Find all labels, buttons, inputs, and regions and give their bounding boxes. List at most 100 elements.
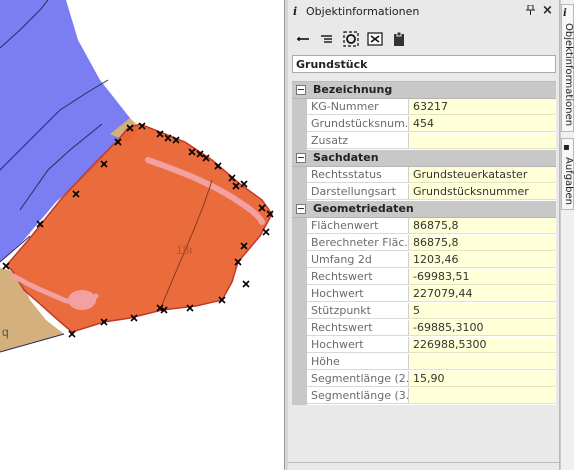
row-gutter xyxy=(292,218,307,235)
row-gutter xyxy=(292,99,307,116)
property-row[interactable]: Segmentlänge (2... 15,90 xyxy=(292,371,556,388)
tab-aufgaben[interactable]: ▪ Aufgaben xyxy=(561,138,574,210)
property-value[interactable]: Grundsteuerkataster xyxy=(409,167,556,183)
tab-objektinformationen[interactable]: i Objektinformationen xyxy=(561,4,574,132)
expand-icon[interactable] xyxy=(318,30,336,48)
edge-label: q xyxy=(2,325,9,339)
pin-icon[interactable] xyxy=(526,4,535,18)
export-icon[interactable] xyxy=(366,30,384,48)
property-row[interactable]: Flächenwert 86875,8 xyxy=(292,218,556,235)
property-value[interactable]: 227079,44 xyxy=(409,286,556,302)
property-name: Berechneter Fläc... xyxy=(307,235,409,251)
property-row[interactable]: Rechtswert -69983,51 xyxy=(292,269,556,286)
category-label: Geometriedaten xyxy=(313,202,414,215)
expand-icon-glyph xyxy=(321,35,332,43)
property-value[interactable]: 454 xyxy=(409,116,556,132)
row-gutter xyxy=(292,235,307,252)
row-gutter xyxy=(292,320,307,337)
property-row[interactable]: Segmentlänge (3... xyxy=(292,388,556,405)
row-gutter xyxy=(292,252,307,269)
property-grid[interactable]: Bezeichnung KG-Nummer 63217 Grundstücksnum.… xyxy=(292,81,556,405)
row-gutter xyxy=(292,388,307,405)
property-name: Umfang 2d xyxy=(307,252,409,268)
property-value[interactable]: -69983,51 xyxy=(409,269,556,285)
property-name: Flächenwert xyxy=(307,218,409,234)
property-row[interactable]: Berechneter Fläc... 86875,8 xyxy=(292,235,556,252)
map-canvas[interactable]: 18r q xyxy=(0,0,284,470)
pond xyxy=(68,290,96,310)
property-value[interactable]: Grundstücksnummer xyxy=(409,184,556,200)
row-gutter xyxy=(292,337,307,354)
row-gutter xyxy=(292,371,307,388)
property-value[interactable]: 5 xyxy=(409,303,556,319)
row-gutter xyxy=(292,167,307,184)
tab-objektinformationen-label: Objektinformationen xyxy=(563,23,574,127)
panel-toolbar xyxy=(292,28,552,52)
property-row[interactable]: Umfang 2d 1203,46 xyxy=(292,252,556,269)
collapse-toggle-icon[interactable] xyxy=(296,153,306,163)
property-name: Höhe xyxy=(307,354,409,370)
row-gutter xyxy=(292,269,307,286)
property-row[interactable]: Höhe xyxy=(292,354,556,371)
tab-aufgaben-label: Aufgaben xyxy=(563,157,574,206)
row-gutter xyxy=(292,116,307,133)
collapse-toggle-icon[interactable] xyxy=(296,204,306,214)
property-value[interactable] xyxy=(409,354,556,370)
property-name: Zusatz xyxy=(307,133,409,149)
property-name: Segmentlänge (3... xyxy=(307,388,409,404)
panel-title-bar: i Objektinformationen × xyxy=(288,3,559,21)
property-value[interactable] xyxy=(409,388,556,404)
property-row[interactable]: Stützpunkt 5 xyxy=(292,303,556,320)
property-name: Rechtsstatus xyxy=(307,167,409,183)
property-value[interactable]: 86875,8 xyxy=(409,235,556,251)
property-name: Rechtswert xyxy=(307,269,409,285)
property-value[interactable]: 226988,5300 xyxy=(409,337,556,353)
property-value[interactable]: 15,90 xyxy=(409,371,556,387)
map-view[interactable]: 18r q xyxy=(0,0,284,470)
property-name: Segmentlänge (2... xyxy=(307,371,409,387)
category-label: Sachdaten xyxy=(313,151,379,164)
property-value[interactable]: -69885,3100 xyxy=(409,320,556,336)
clipboard-icon-glyph xyxy=(394,31,404,46)
property-row[interactable]: KG-Nummer 63217 xyxy=(292,99,556,116)
row-gutter xyxy=(292,354,307,371)
property-name: Grundstücksnum... xyxy=(307,116,409,132)
info-icon: i xyxy=(293,5,298,18)
property-value[interactable] xyxy=(409,133,556,149)
collapse-toggle-icon[interactable] xyxy=(296,85,306,95)
row-gutter xyxy=(292,184,307,201)
category-sachdaten[interactable]: Sachdaten xyxy=(292,150,556,167)
info-tab-icon: i xyxy=(563,8,567,19)
collapse-icon[interactable] xyxy=(294,30,312,48)
object-info-panel: i Objektinformationen × Grundstück Bezei… xyxy=(288,0,560,470)
pin-icon-glyph xyxy=(526,4,535,15)
property-name: KG-Nummer xyxy=(307,99,409,115)
row-gutter xyxy=(292,133,307,150)
tasks-tab-icon: ▪ xyxy=(563,142,570,153)
property-value[interactable]: 86875,8 xyxy=(409,218,556,234)
collapse-icon-glyph xyxy=(297,37,309,41)
property-row[interactable]: Hochwert 226988,5300 xyxy=(292,337,556,354)
property-value[interactable]: 63217 xyxy=(409,99,556,115)
clipboard-icon[interactable] xyxy=(390,30,408,48)
category-geometriedaten[interactable]: Geometriedaten xyxy=(292,201,556,218)
property-row[interactable]: Grundstücksnum... 454 xyxy=(292,116,556,133)
property-name: Darstellungsart xyxy=(307,184,409,200)
parcel-label: 18r xyxy=(176,243,193,257)
zoom-to-object-icon[interactable] xyxy=(342,30,360,48)
property-row[interactable]: Darstellungsart Grundstücksnummer xyxy=(292,184,556,201)
property-value[interactable]: 1203,46 xyxy=(409,252,556,268)
property-row[interactable]: Rechtswert -69885,3100 xyxy=(292,320,556,337)
property-row[interactable]: Rechtsstatus Grundsteuerkataster xyxy=(292,167,556,184)
panel-title: Objektinformationen xyxy=(306,5,420,18)
property-name: Stützpunkt xyxy=(307,303,409,319)
category-bezeichnung[interactable]: Bezeichnung xyxy=(292,82,556,99)
property-row[interactable]: Hochwert 227079,44 xyxy=(292,286,556,303)
close-icon[interactable]: × xyxy=(542,3,553,18)
zoom-to-object-icon-glyph xyxy=(343,31,359,47)
row-gutter xyxy=(292,303,307,320)
property-row[interactable]: Zusatz xyxy=(292,133,556,150)
row-gutter xyxy=(292,286,307,303)
export-icon-glyph xyxy=(367,32,383,46)
property-name: Rechtswert xyxy=(307,320,409,336)
